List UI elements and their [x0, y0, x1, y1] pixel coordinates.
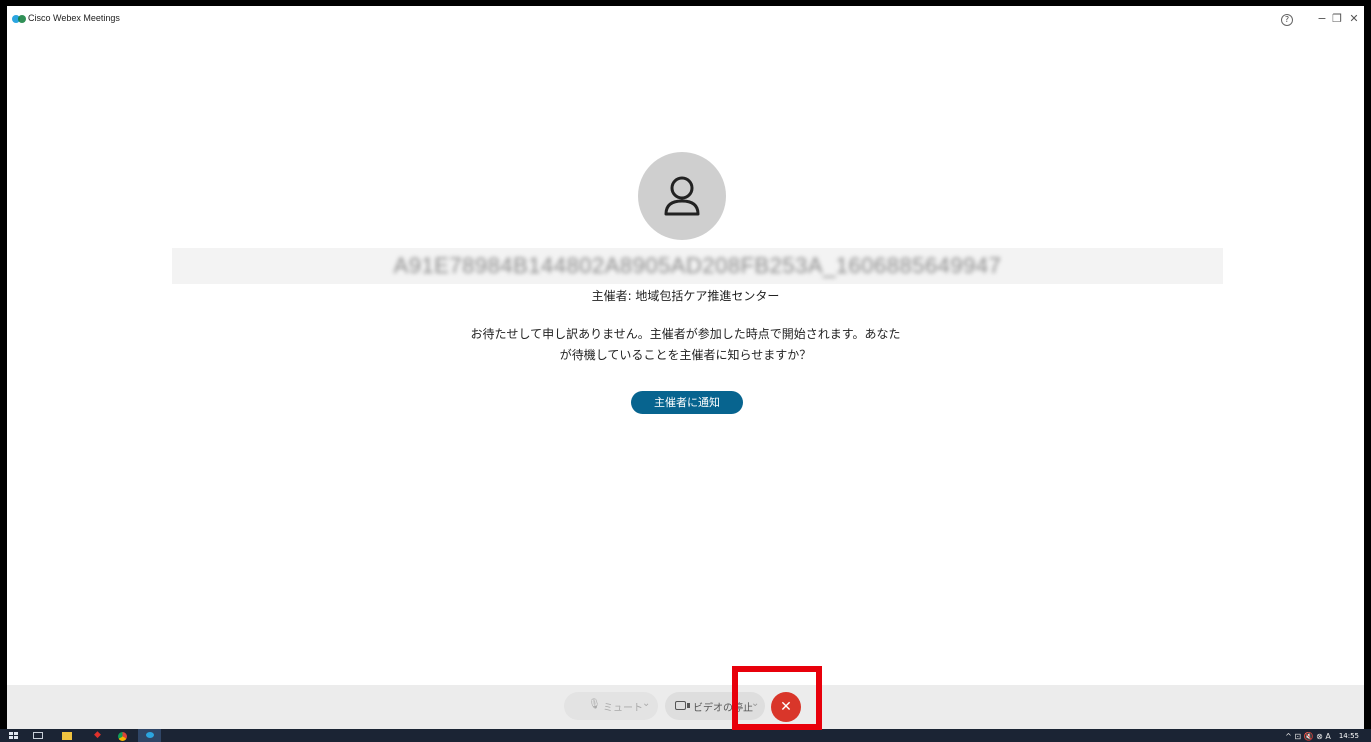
- waiting-message-line1: お待たせして申し訳ありません。主催者が参加した時点で開始されます。あなた: [470, 327, 901, 341]
- notify-host-button[interactable]: 主催者に通知: [631, 391, 743, 414]
- meeting-controls-bar: 🎙 ミュート ⌄ ビデオの停止 ⌄ ✕: [7, 685, 1364, 729]
- acrobat-icon[interactable]: ◆: [94, 731, 104, 740]
- webex-window: Cisco Webex Meetings ? − ❐ ✕ A91E78984B1…: [7, 6, 1364, 729]
- help-icon: ?: [1281, 14, 1293, 26]
- host-name: 主催者: 地域包括ケア推進センター: [591, 289, 780, 303]
- clock[interactable]: 14:55: [1339, 732, 1359, 740]
- chevron-down-icon[interactable]: ⌄: [642, 698, 650, 709]
- window-title: Cisco Webex Meetings: [28, 13, 120, 23]
- title-bar: Cisco Webex Meetings ? − ❐ ✕: [7, 6, 1364, 32]
- windows-start-icon[interactable]: [9, 732, 19, 740]
- system-tray: ^ ⊡ 🔇 ⊗ A 14:55: [1285, 730, 1359, 742]
- task-view-icon[interactable]: [33, 732, 43, 739]
- webex-logo-icon: [12, 15, 26, 23]
- help-button[interactable]: ?: [1277, 11, 1297, 27]
- microphone-icon: 🎙: [588, 699, 601, 710]
- highlight-annotation-box: [732, 666, 822, 730]
- tray-icons[interactable]: ^ ⊡ 🔇 ⊗ A: [1285, 732, 1331, 741]
- chrome-icon[interactable]: [118, 732, 127, 741]
- webex-taskbar-icon[interactable]: [138, 729, 161, 742]
- user-icon: [664, 176, 700, 216]
- windows-taskbar: ◆ ^ ⊡ 🔇 ⊗ A 14:55: [0, 729, 1371, 742]
- host-avatar: [638, 152, 726, 240]
- close-window-button[interactable]: ✕: [1344, 11, 1364, 27]
- file-explorer-icon[interactable]: [62, 732, 72, 740]
- meeting-id-bar: A91E78984B144802A8905AD208FB253A_1606885…: [172, 248, 1223, 284]
- waiting-message-line2: が待機していることを主催者に知らせますか？: [559, 348, 812, 362]
- mute-button[interactable]: 🎙 ミュート ⌄: [564, 692, 658, 720]
- meeting-id-text: A91E78984B144802A8905AD208FB253A_1606885…: [393, 253, 1002, 278]
- video-camera-icon: [675, 701, 690, 710]
- mute-label: ミュート: [603, 703, 643, 714]
